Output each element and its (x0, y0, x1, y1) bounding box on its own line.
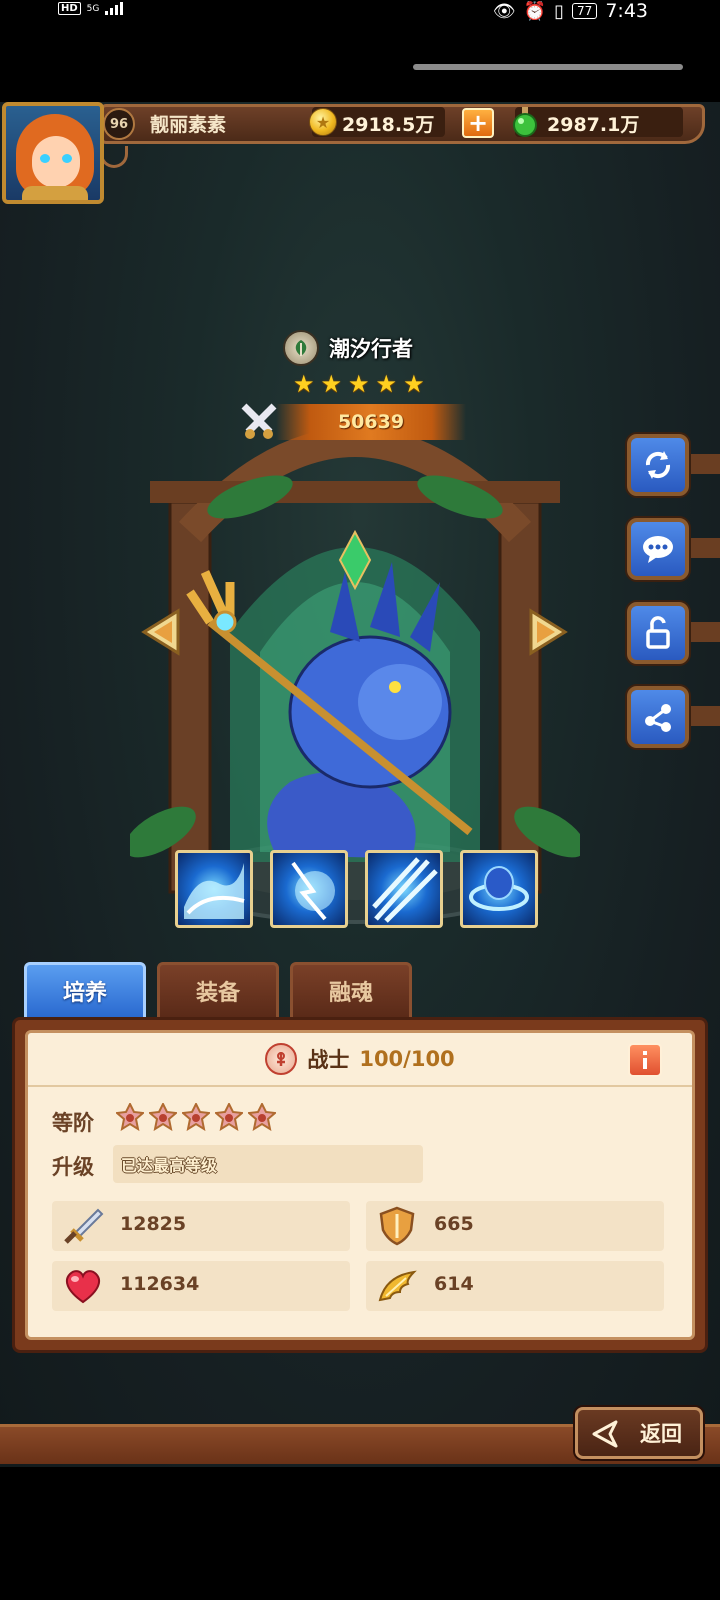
back-button[interactable]: 返回 (575, 1407, 703, 1459)
sword-icon (64, 1208, 104, 1244)
skill-slot-3[interactable] (365, 850, 443, 928)
gold-display: ★ 2918.5万 (309, 107, 445, 137)
player-level-badge: 96 (103, 108, 135, 140)
potion-display: 2987.1万 (513, 107, 683, 137)
clock: 7:43 (605, 0, 648, 22)
hp-stat: 112634 (52, 1261, 350, 1311)
hero-title: 潮汐行者 (283, 330, 413, 366)
splash-skill-icon (291, 861, 335, 921)
wave-skill-icon (184, 863, 245, 919)
battery-indicator: 77 (572, 3, 598, 19)
status-left: HD 5G (58, 1, 124, 15)
rank-star-icon (149, 1103, 177, 1131)
heart-icon (65, 1270, 101, 1304)
signal-icon (105, 1, 124, 15)
share-icon (645, 704, 671, 732)
skill-slot-2[interactable] (270, 850, 348, 928)
status-bar: HD 5G 👁 ⏰ ▯ 77 7:43 (0, 0, 720, 30)
eye-icon: 👁 (492, 0, 516, 22)
defense-stat: 665 (366, 1201, 664, 1251)
class-info-button[interactable] (628, 1043, 662, 1077)
unlock-icon (646, 616, 670, 649)
nature-element-icon (283, 330, 319, 366)
rank-star-icon (182, 1103, 210, 1131)
status-right: 👁 ⏰ ▯ 77 7:43 (493, 0, 648, 22)
warrior-class-icon (265, 1043, 298, 1075)
tab-equipment-label: 装备 (195, 981, 240, 1006)
shield-icon (379, 1206, 415, 1246)
chat-icon (643, 536, 673, 563)
skill-slot-1[interactable] (175, 850, 253, 928)
upgrade-status: 已达最高等级 (121, 1156, 218, 1175)
tab-soul-fusion-label: 融魂 (328, 981, 373, 1006)
rank-star-icon (116, 1103, 144, 1131)
gesture-bar[interactable] (413, 64, 683, 70)
gold-value: 2918.5万 (342, 114, 435, 136)
hero-info-panel: 战士 100/100 等阶 升级 已达最高等级 12825 665 112634… (12, 1017, 708, 1353)
back-button-label: 返回 (640, 1422, 682, 1446)
add-gold-button[interactable]: + (462, 108, 494, 138)
tab-soul-fusion[interactable]: 融魂 (290, 962, 412, 1020)
slash-skill-icon (372, 857, 438, 923)
tab-train[interactable]: 培养 (24, 962, 146, 1020)
crossed-swords-icon (241, 403, 277, 439)
hd-indicator: HD (58, 2, 81, 15)
class-name: 战士 (307, 1048, 350, 1072)
upgrade-label: 升级 (52, 1155, 94, 1179)
class-header: 战士 100/100 (28, 1033, 692, 1087)
unlock-button[interactable] (627, 602, 689, 664)
tab-train-label: 培养 (62, 981, 107, 1006)
player-avatar[interactable] (2, 102, 104, 204)
avatar-ornament (100, 146, 128, 168)
skill-slot-4[interactable] (460, 850, 538, 928)
potion-value: 2987.1万 (547, 114, 640, 136)
tab-equipment[interactable]: 装备 (157, 962, 279, 1020)
class-level: 100/100 (359, 1047, 455, 1071)
alarm-icon: ⏰ (523, 0, 547, 22)
wing-icon (378, 1270, 417, 1302)
coin-icon: ★ (309, 108, 337, 136)
hero-name: 潮汐行者 (329, 337, 413, 361)
info-icon (643, 1051, 647, 1069)
potion-icon (513, 107, 537, 137)
previous-hero-arrow[interactable] (138, 607, 184, 657)
panel-content: 战士 100/100 等阶 升级 已达最高等级 12825 665 112634… (25, 1030, 695, 1340)
defense-value: 665 (434, 1213, 474, 1235)
side-button-bracket (685, 454, 720, 474)
side-button-bracket (685, 538, 720, 558)
refresh-icon (645, 451, 671, 479)
speed-stat: 614 (366, 1261, 664, 1311)
hp-value: 112634 (120, 1273, 200, 1295)
rank-label: 等阶 (52, 1111, 94, 1135)
combat-power-value: 50639 (337, 411, 405, 433)
rank-star-icon (215, 1103, 243, 1131)
whirlpool-skill-icon (469, 866, 529, 911)
game-screen: 96 靓丽素素 ★ 2918.5万 + 2987.1万 潮汐行者 ★ ★ ★ ★… (0, 102, 720, 1467)
side-button-bracket (685, 622, 720, 642)
player-name: 靓丽素素 (150, 114, 227, 136)
rank-stars (116, 1103, 276, 1131)
refresh-button[interactable] (627, 434, 689, 496)
next-hero-arrow[interactable] (525, 607, 571, 657)
share-button[interactable] (627, 686, 689, 748)
power-banner: 50639 (276, 404, 466, 440)
speed-value: 614 (434, 1273, 474, 1295)
attack-stat: 12825 (52, 1201, 350, 1251)
upgrade-status-box: 已达最高等级 (113, 1145, 423, 1183)
network-label: 5G (86, 3, 100, 14)
attack-value: 12825 (120, 1213, 187, 1235)
back-arrow-icon (592, 1420, 618, 1448)
chat-button[interactable] (627, 518, 689, 580)
rank-star-icon (248, 1103, 276, 1131)
vibrate-icon: ▯ (554, 0, 565, 22)
side-button-bracket (685, 706, 720, 726)
